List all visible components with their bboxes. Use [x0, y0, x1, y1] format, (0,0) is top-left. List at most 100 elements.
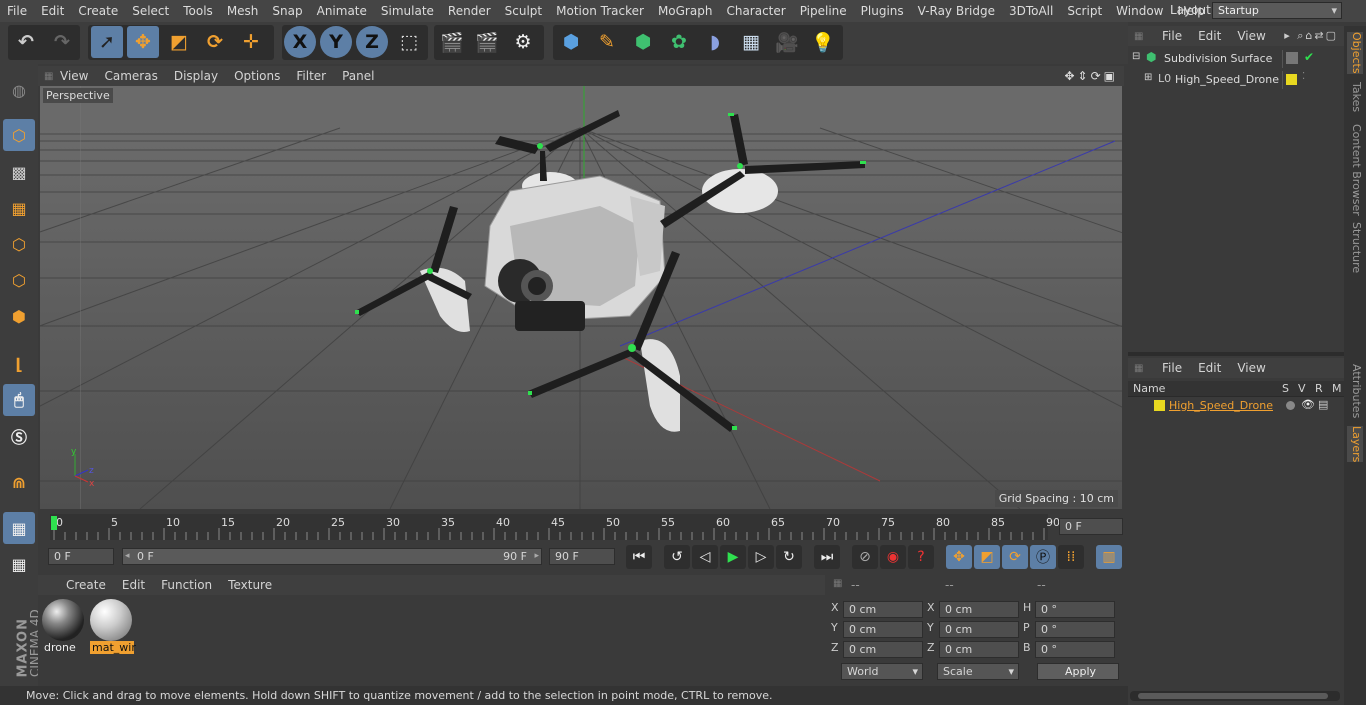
- visibility-dots-icon[interactable]: ⁚: [1302, 71, 1305, 82]
- menu-snap[interactable]: Snap: [265, 4, 309, 18]
- viewport-menu-display[interactable]: Display: [166, 69, 226, 83]
- floor-icon[interactable]: ▦: [735, 26, 767, 58]
- timeline[interactable]: 0 5 10 15 20 25 30 35 40 45 50 55 60 65 70 75 80 85 90 0 F: [38, 512, 1126, 542]
- menu-window[interactable]: Window: [1109, 4, 1170, 18]
- axis-mode-icon[interactable]: ⌊: [3, 348, 35, 380]
- render-picture-icon[interactable]: 🎬: [471, 26, 503, 58]
- texture-mode-icon[interactable]: ▩: [3, 156, 35, 188]
- material-mat-wir[interactable]: mat_wir: [90, 599, 136, 655]
- menu-script[interactable]: Script: [1060, 4, 1109, 18]
- coord-field[interactable]: 0 cm: [939, 621, 1019, 638]
- layers-menu-view[interactable]: View: [1229, 361, 1273, 375]
- snap-settings-icon[interactable]: ▦: [3, 548, 35, 580]
- horizontal-scrollbar[interactable]: [1130, 691, 1340, 701]
- play-icon[interactable]: ▶: [720, 545, 746, 569]
- enabled-check-icon[interactable]: ✔: [1304, 50, 1314, 64]
- go-to-end-icon[interactable]: ⏭: [814, 545, 840, 569]
- coord-field[interactable]: 0 cm: [939, 601, 1019, 618]
- polygons-mode-icon[interactable]: ⬢: [3, 300, 35, 332]
- tab-content-browser[interactable]: Content Browser: [1347, 124, 1363, 216]
- deformer-icon[interactable]: ◗: [699, 26, 731, 58]
- menu-simulate[interactable]: Simulate: [374, 4, 441, 18]
- cloner-icon[interactable]: ✿: [663, 26, 695, 58]
- magnet-icon[interactable]: ⋒: [3, 466, 35, 498]
- objects-menu-view[interactable]: View: [1229, 29, 1273, 43]
- apply-button[interactable]: Apply: [1037, 663, 1119, 680]
- material-menu-edit[interactable]: Edit: [114, 578, 153, 592]
- panel-divider[interactable]: [1128, 352, 1344, 356]
- coordinate-system-icon[interactable]: ⬚: [393, 26, 425, 58]
- model-mode-icon[interactable]: ⬡: [3, 119, 35, 151]
- autokey-icon[interactable]: ◉: [880, 545, 906, 569]
- menu-render[interactable]: Render: [441, 4, 498, 18]
- solo-dot-icon[interactable]: [1286, 401, 1295, 410]
- object-row-drone[interactable]: ⊞ L0 High_Speed_Drone ⁚: [1128, 71, 1344, 89]
- key-position-icon[interactable]: ✥: [946, 545, 972, 569]
- edges-mode-icon[interactable]: ⬡: [3, 264, 35, 296]
- menu-3dtoall[interactable]: 3DToAll: [1002, 4, 1060, 18]
- coord-field[interactable]: 0 cm: [939, 641, 1019, 658]
- viewport-nav-icons[interactable]: ✥⇕⟳▣: [1064, 69, 1118, 83]
- undo-icon[interactable]: ↶: [10, 26, 42, 58]
- solo-icon[interactable]: Ⓢ: [3, 420, 35, 452]
- coord-field[interactable]: 0 cm: [843, 621, 923, 638]
- render-view-icon[interactable]: 🎬: [436, 26, 468, 58]
- tree-collapse-icon[interactable]: ⊟: [1132, 51, 1140, 62]
- pen-icon[interactable]: ✎: [591, 26, 623, 58]
- coord-field[interactable]: 0 °: [1035, 621, 1115, 638]
- layout-select[interactable]: Startup: [1212, 2, 1342, 19]
- coord-field[interactable]: 0 cm: [843, 601, 923, 618]
- menu-mograph[interactable]: MoGraph: [651, 4, 720, 18]
- frame-range-slider[interactable]: ◂ 0 F 90 F ▸: [122, 548, 542, 565]
- coord-field[interactable]: 0 °: [1035, 641, 1115, 658]
- menu-edit[interactable]: Edit: [34, 4, 71, 18]
- eye-icon[interactable]: 👁: [1301, 398, 1315, 411]
- objects-menu-edit[interactable]: Edit: [1190, 29, 1229, 43]
- snap-grid-icon[interactable]: ▦: [3, 512, 35, 544]
- coord-field[interactable]: 0 cm: [843, 641, 923, 658]
- scrollbar-thumb[interactable]: [1138, 693, 1328, 699]
- tree-expand-icon[interactable]: ⊞: [1144, 72, 1152, 83]
- y-axis-button[interactable]: Y: [320, 26, 352, 58]
- viewport-menu-view[interactable]: View: [52, 69, 96, 83]
- z-axis-button[interactable]: Z: [356, 26, 388, 58]
- scale-icon[interactable]: ◩: [163, 26, 195, 58]
- object-row-subdivision[interactable]: ⊟ ⬢ Subdivision Surface ✔: [1128, 50, 1344, 68]
- subdivision-icon[interactable]: ⬢: [627, 26, 659, 58]
- scale-select[interactable]: Scale ▾: [937, 663, 1019, 680]
- light-icon[interactable]: 💡: [807, 26, 839, 58]
- key-rotation-icon[interactable]: ⟳: [1002, 545, 1028, 569]
- key-scale-icon[interactable]: ◩: [974, 545, 1000, 569]
- menu-plugins[interactable]: Plugins: [854, 4, 911, 18]
- tab-attributes[interactable]: Attributes: [1347, 364, 1363, 418]
- material-menu-create[interactable]: Create: [58, 578, 114, 592]
- layers-menu-file[interactable]: File: [1154, 361, 1190, 375]
- next-keyframe-icon[interactable]: ↻: [776, 545, 802, 569]
- tab-layers[interactable]: Layers: [1347, 426, 1363, 463]
- end-frame-field[interactable]: 90 F: [549, 548, 615, 565]
- select-cursor-icon[interactable]: ➚: [91, 26, 123, 58]
- viewport-menu-cameras[interactable]: Cameras: [96, 69, 165, 83]
- objects-toolbar-icons[interactable]: ▸ ⌕⌂⇄▢: [1284, 29, 1338, 43]
- start-frame-field[interactable]: 0 F: [48, 548, 114, 565]
- menu-create[interactable]: Create: [71, 4, 125, 18]
- layer-color-swatch[interactable]: [1154, 400, 1165, 411]
- menu-mesh[interactable]: Mesh: [220, 4, 266, 18]
- rotate-icon[interactable]: ⟳: [199, 26, 231, 58]
- camera-icon[interactable]: 🎥: [771, 26, 803, 58]
- layer-row-drone[interactable]: High_Speed_Drone 👁 ▤: [1128, 398, 1344, 414]
- keyframe-selection-icon[interactable]: ?: [908, 545, 934, 569]
- viewport[interactable]: y z x Perspective Grid Spacing : 10 cm: [40, 86, 1122, 509]
- visibility-toggle-icon[interactable]: [1286, 52, 1298, 64]
- tweak-mode-icon[interactable]: 🖱: [3, 384, 35, 416]
- menu-select[interactable]: Select: [125, 4, 176, 18]
- menu-motion-tracker[interactable]: Motion Tracker: [549, 4, 651, 18]
- x-axis-button[interactable]: X: [284, 26, 316, 58]
- move-icon[interactable]: ✥: [127, 26, 159, 58]
- render-settings-icon[interactable]: ⚙: [507, 26, 539, 58]
- menu-animate[interactable]: Animate: [310, 4, 374, 18]
- material-drone[interactable]: drone: [42, 599, 86, 655]
- go-to-start-icon[interactable]: ⏮: [626, 545, 652, 569]
- cube-icon[interactable]: ⬢: [555, 26, 587, 58]
- material-menu-function[interactable]: Function: [153, 578, 220, 592]
